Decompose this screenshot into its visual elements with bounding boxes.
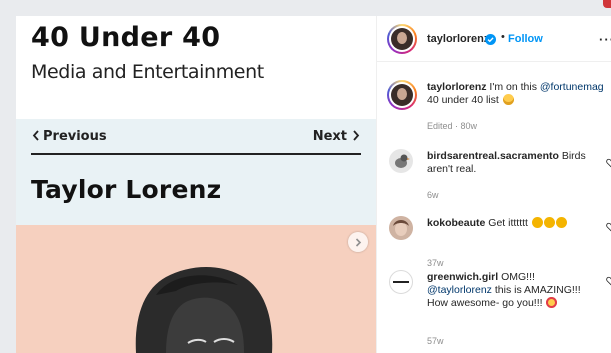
image-person-name: Taylor Lorenz xyxy=(31,175,222,204)
heart-icon[interactable] xyxy=(606,222,611,232)
image-previous-label: Previous xyxy=(32,129,107,144)
verified-badge-icon xyxy=(485,34,496,45)
comment-text: birdsarentreal.sacramento Birds aren't r… xyxy=(427,150,607,176)
image-previous-text: Previous xyxy=(43,129,107,144)
comment-username[interactable]: greenwich.girl xyxy=(427,271,498,283)
comment-text: kokobeaute Get itttttt xyxy=(427,217,607,230)
follow-button[interactable]: Follow xyxy=(508,33,543,45)
chevron-right-icon xyxy=(353,130,360,141)
commenter-avatar[interactable] xyxy=(389,149,413,173)
image-header: 40 Under 40 Media and Entertainment xyxy=(16,16,376,119)
image-nav-divider xyxy=(31,153,361,155)
caption-body: I'm on this xyxy=(486,81,540,93)
author-avatar[interactable] xyxy=(387,24,417,54)
heart-eyes-emoji xyxy=(546,297,558,308)
caption-meta: Edited · 80w xyxy=(427,121,478,131)
heart-icon[interactable] xyxy=(606,276,611,286)
image-next-label: Next xyxy=(313,129,360,144)
comment-username[interactable]: kokobeaute xyxy=(427,217,485,229)
comment-body: OMG!!! xyxy=(498,271,535,283)
portrait-photo xyxy=(16,225,376,353)
caption-text: taylorlorenz I'm on this @fortunemag 40 … xyxy=(427,81,611,107)
more-options-icon[interactable]: ··· xyxy=(599,32,611,47)
caption-username[interactable]: taylorlorenz xyxy=(427,81,487,93)
caption-mention[interactable]: @fortunemag xyxy=(540,81,604,93)
post-image[interactable]: 40 Under 40 Media and Entertainment Prev… xyxy=(16,16,376,353)
heart-icon[interactable] xyxy=(606,158,611,168)
comment-time: 37w xyxy=(427,258,444,268)
browser-background-top xyxy=(0,0,611,16)
caption-body-end: 40 under 40 list xyxy=(427,94,499,106)
comment-time: 57w xyxy=(427,336,444,346)
face-avatar-icon xyxy=(389,216,413,240)
comment-time: 6w xyxy=(427,190,439,200)
comment-text: greenwich.girl OMG!!! @taylorlorenz this… xyxy=(427,271,602,310)
image-subtitle: Media and Entertainment xyxy=(31,61,264,83)
clapping-hands-emoji xyxy=(543,217,555,228)
logo-avatar-icon xyxy=(393,281,409,283)
browser-close-corner[interactable] xyxy=(603,0,611,8)
chevron-left-icon xyxy=(32,130,39,141)
comment-mention[interactable]: @taylorlorenz xyxy=(427,284,492,296)
image-next-text: Next xyxy=(312,129,347,144)
commenter-avatar[interactable] xyxy=(389,216,413,240)
author-username[interactable]: taylorlorenz xyxy=(427,33,489,45)
browser-background-left xyxy=(0,0,16,353)
image-title: 40 Under 40 xyxy=(31,22,221,53)
commenter-avatar[interactable] xyxy=(389,270,413,294)
clapping-hands-emoji xyxy=(531,217,543,228)
post-header: taylorlorenz • Follow ··· xyxy=(377,16,611,62)
image-nav-band: Previous Next Taylor Lorenz xyxy=(16,119,376,225)
header-separator: • xyxy=(501,31,505,43)
clapping-hands-emoji xyxy=(555,217,567,228)
portrait-illustration xyxy=(135,266,273,353)
comment-body: Get itttttt xyxy=(485,217,528,229)
grinning-face-emoji xyxy=(502,94,514,105)
bird-avatar-icon xyxy=(395,154,410,168)
carousel-next-button[interactable] xyxy=(348,232,368,252)
caption-avatar[interactable] xyxy=(387,80,417,110)
carousel-next-icon xyxy=(355,237,362,247)
post-side-panel: taylorlorenz • Follow ··· taylorlorenz I… xyxy=(376,16,611,353)
comment-username[interactable]: birdsarentreal.sacramento xyxy=(427,150,559,162)
